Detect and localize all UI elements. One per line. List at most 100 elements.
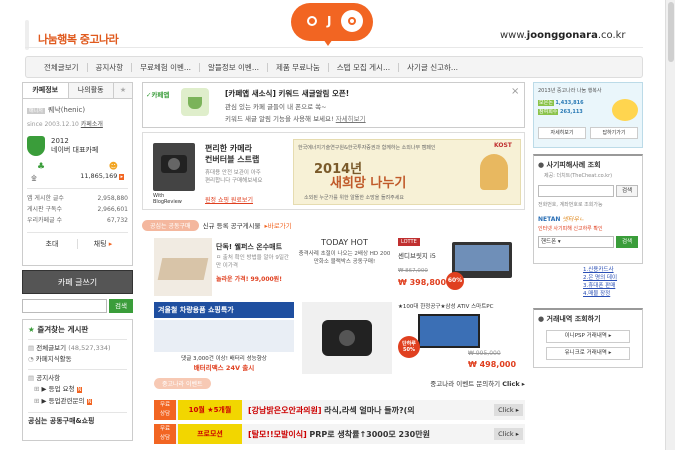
star-icon[interactable]: ★ xyxy=(114,83,132,98)
cafe-search-button[interactable]: 검색 xyxy=(109,299,133,313)
board-all-link[interactable]: ▤ 전체글보기 (48,527,334) xyxy=(28,343,127,354)
section-header-text: 신규 등록 공구게시물 xyxy=(202,222,261,230)
menu-item-all-posts[interactable]: 전체글보기 xyxy=(36,62,88,72)
favorites-title: 즐겨찾는 게시판 xyxy=(37,325,89,334)
manager-name[interactable]: 퀘낙(henic) xyxy=(48,106,85,114)
menu-item-deals[interactable]: 알뜰정보 이벤... xyxy=(200,62,268,72)
netan-link[interactable]: 3.휴대폰 판매 xyxy=(583,282,639,290)
board-notice-link[interactable]: ▤ 공지사항 xyxy=(28,373,127,384)
product-card-dashcam[interactable] xyxy=(302,302,392,374)
camera-strap-image[interactable] xyxy=(153,143,195,191)
trade-link-1[interactable]: 이니PSP 거래내역 ▸ xyxy=(546,330,630,343)
netan-link[interactable]: 2.은 명의 데이 xyxy=(583,274,639,282)
top-menu: 전체글보기 공지사항 무료체험 이벤... 알뜰정보 이벤... 제품 무료나눔… xyxy=(25,56,643,78)
sharing-event-box[interactable]: 2013년 중고나라 나눔 행복사 모은돈 1,433,816 참여회수 263… xyxy=(533,82,643,148)
product-title: ★100대 한정공구★삼성 ATIV 스마트PC xyxy=(398,304,494,310)
product-price: 놀라운 가격! 99,000원! xyxy=(216,276,282,283)
close-icon[interactable]: × xyxy=(511,86,519,97)
product-price: ₩ 498,000 xyxy=(468,360,517,369)
members-count[interactable]: 11,865,169 ▸ xyxy=(80,172,124,182)
netan-category-select[interactable]: 핸드폰 ▾ xyxy=(538,236,614,248)
scrollbar-thumb[interactable] xyxy=(668,2,674,62)
product-card-mat[interactable]: 단독! 웰퍼스 온수매트 ㅁ 출처 확인 방법을 알아 9일간만 이가격 놀라운… xyxy=(154,238,294,298)
section-more-link[interactable]: ▸바로가기 xyxy=(265,220,292,230)
hope-campaign-banner[interactable]: 한국에너지기술연구원&한국투자증권과 함께하는 소외나무 캠페인 KOST 20… xyxy=(293,139,521,205)
fraud-search-button[interactable]: 검색 xyxy=(616,185,638,197)
stat-participants: 참여회수 263,113 xyxy=(538,109,583,115)
product-card-laptop[interactable]: LOTTE 센디브릿지 i5 ₩ 867,000 ₩ 398,800 60% xyxy=(398,238,523,298)
write-post-button[interactable]: 카페 글쓰기 xyxy=(22,270,133,294)
product-card-blackbox[interactable]: TODAY HOT 충격사례 초절이 나오는 2배상 HD 200만화소 블랙박… xyxy=(297,238,392,298)
grade-label: 숲 xyxy=(31,174,37,182)
laptop-image xyxy=(452,242,512,278)
event-section: 중고나라 이벤트 중고나라 이벤트 문의하기 Click ▸ 무료 상담 10월 … xyxy=(142,376,525,450)
notice-title[interactable]: [카페앱 새소식] 키워드 새글알림 오픈! xyxy=(225,88,349,99)
free-consult-badge: 무료 상담 xyxy=(154,424,176,444)
girl-illustration-icon xyxy=(480,154,508,190)
fraud-desc: 전화번호, 계좌번호로 조회가능 xyxy=(538,202,603,208)
netan-link[interactable]: 1.신용카드사 xyxy=(583,266,639,274)
product-card-ativ[interactable]: ★100대 한정공구★삼성 ATIV 스마트PC 단하루 50% ₩ 995,0… xyxy=(398,302,523,374)
menu-item-free-share[interactable]: 제품 무료나눔 xyxy=(268,62,329,72)
netan-link[interactable]: 4.매물 장정 xyxy=(583,290,639,298)
event-row[interactable]: 무료 상담 10월 ★5개월 [강남밝은오안과의원] 라식,라섹 얼마나 들까?(… xyxy=(154,400,525,420)
stat-row: 게시판 구독수 2,966,601 xyxy=(27,206,128,213)
event-contact-link[interactable]: 중고나라 이벤트 문의하기 Click ▸ xyxy=(430,378,525,388)
bottom-section-title[interactable]: 공심는 공동구매&쇼핑 xyxy=(28,412,127,426)
event-text: PRP로 생착률↑3000모 230만원 xyxy=(309,429,430,439)
promo-image: 프로모션 xyxy=(178,424,242,444)
event-detail-button[interactable]: 자세히보기 xyxy=(538,127,586,139)
section-pill[interactable]: 공심는 공동구매 xyxy=(142,219,199,231)
product-card-car-goods[interactable]: 겨울철 차량용품 쇼핑특가 댓글 3,000건 이상! 배터리 성능향상 배터리… xyxy=(154,302,294,374)
notice-detail-link[interactable]: 자세히보기 xyxy=(336,115,366,123)
event-pill[interactable]: 중고나라 이벤트 xyxy=(154,377,211,389)
menu-item-notice[interactable]: 공지사항 xyxy=(88,62,133,72)
doc-icon: ▤ xyxy=(28,374,35,382)
header-decoration xyxy=(25,20,29,50)
ad-title[interactable]: 편리한 카메라 컨버터블 스트랩 xyxy=(205,143,259,165)
cafe-intro-link[interactable]: 카페소개 xyxy=(81,121,103,128)
board-sub-link[interactable]: ⊞ ▶ 등업관련문의 N xyxy=(28,396,127,408)
event-advertiser: [강남밝은오안과의원] xyxy=(248,405,322,415)
site-url: www.joonggonara.co.kr xyxy=(500,30,626,41)
event-row[interactable]: 무료 상담 프로모션 [탈모!!모발이식] PRP로 생착률↑3000모 230만… xyxy=(154,424,525,444)
event-advertiser: [탈모!!모발이식] xyxy=(248,429,307,439)
banner-title: 새희망 나누기 xyxy=(330,176,407,191)
cafe-search-input[interactable] xyxy=(22,299,107,313)
site-tagline[interactable]: 나눔행복 중고나라 xyxy=(38,31,119,47)
menu-item-fraud-report[interactable]: 사기글 신고하... xyxy=(399,63,466,72)
favorite-star-icon: ★ xyxy=(28,325,35,334)
logo-mascot-icon[interactable]: J xyxy=(291,3,373,46)
chat-button[interactable]: 채팅 ▸ xyxy=(78,239,128,249)
menu-item-free-trial[interactable]: 무료체험 이벤... xyxy=(132,62,201,72)
right-sidebar: 2013년 중고나라 나눔 행복사 모은돈 1,433,816 참여회수 263… xyxy=(533,82,643,450)
invite-button[interactable]: 초대 xyxy=(27,239,78,249)
board-sub-link[interactable]: ⊞ ▶ 등업 요청 N xyxy=(28,384,127,396)
menu-item-staff-recruit[interactable]: 스탭 모집 게시... xyxy=(329,62,400,72)
netan-search-button[interactable]: 검색 xyxy=(616,236,638,248)
banner-kost-logo: KOST xyxy=(494,142,512,149)
app-notice-banner[interactable]: ✓카페앱 [카페앱 새소식] 키워드 새글알림 오픈! 관심 있는 카페 글들이… xyxy=(142,82,525,128)
page-scrollbar[interactable] xyxy=(665,0,675,450)
fraud-search-input[interactable] xyxy=(538,185,614,197)
netan-sub: 인터넷 사기피해 신고하루 확인 xyxy=(538,226,603,232)
discount-badge: 60% xyxy=(446,272,464,290)
mascot-icon xyxy=(612,99,638,121)
event-text: 라식,라섹 얼마나 들까?(의 xyxy=(324,405,415,415)
board-popular-link[interactable]: ◔ 카페지식활동 xyxy=(28,354,127,365)
netan-logo-kr: 넷타우ㄴ xyxy=(562,216,585,223)
ad-cta-link[interactable]: 원정 쇼핑 원료보기 xyxy=(205,195,253,204)
tab-cafe-info[interactable]: 카페정보 xyxy=(23,83,69,98)
trade-link-2[interactable]: 유니크로 거래내역 ▸ xyxy=(546,347,630,360)
event-click-button[interactable]: Click ▸ xyxy=(494,428,523,440)
sidebar-tabs: 카페정보 나의활동 ★ xyxy=(22,82,133,99)
product-sub: 배터리맥스 24V 출시 xyxy=(193,364,255,372)
tab-my-activity[interactable]: 나의활동 xyxy=(69,83,114,98)
event-click-button[interactable]: Click ▸ xyxy=(494,404,523,416)
fraud-title: 사기피해사례 조회 xyxy=(546,161,601,169)
stat-raised: 모은돈 1,433,816 xyxy=(538,100,584,106)
notice-tag: ✓카페앱 xyxy=(146,91,170,99)
product-desc: 댓글 3,000건 이상! 배터리 성능향상 xyxy=(181,356,267,362)
event-reply-button[interactable]: 답하기가기 xyxy=(590,127,638,139)
product-price: ₩ 398,800 xyxy=(398,278,447,287)
